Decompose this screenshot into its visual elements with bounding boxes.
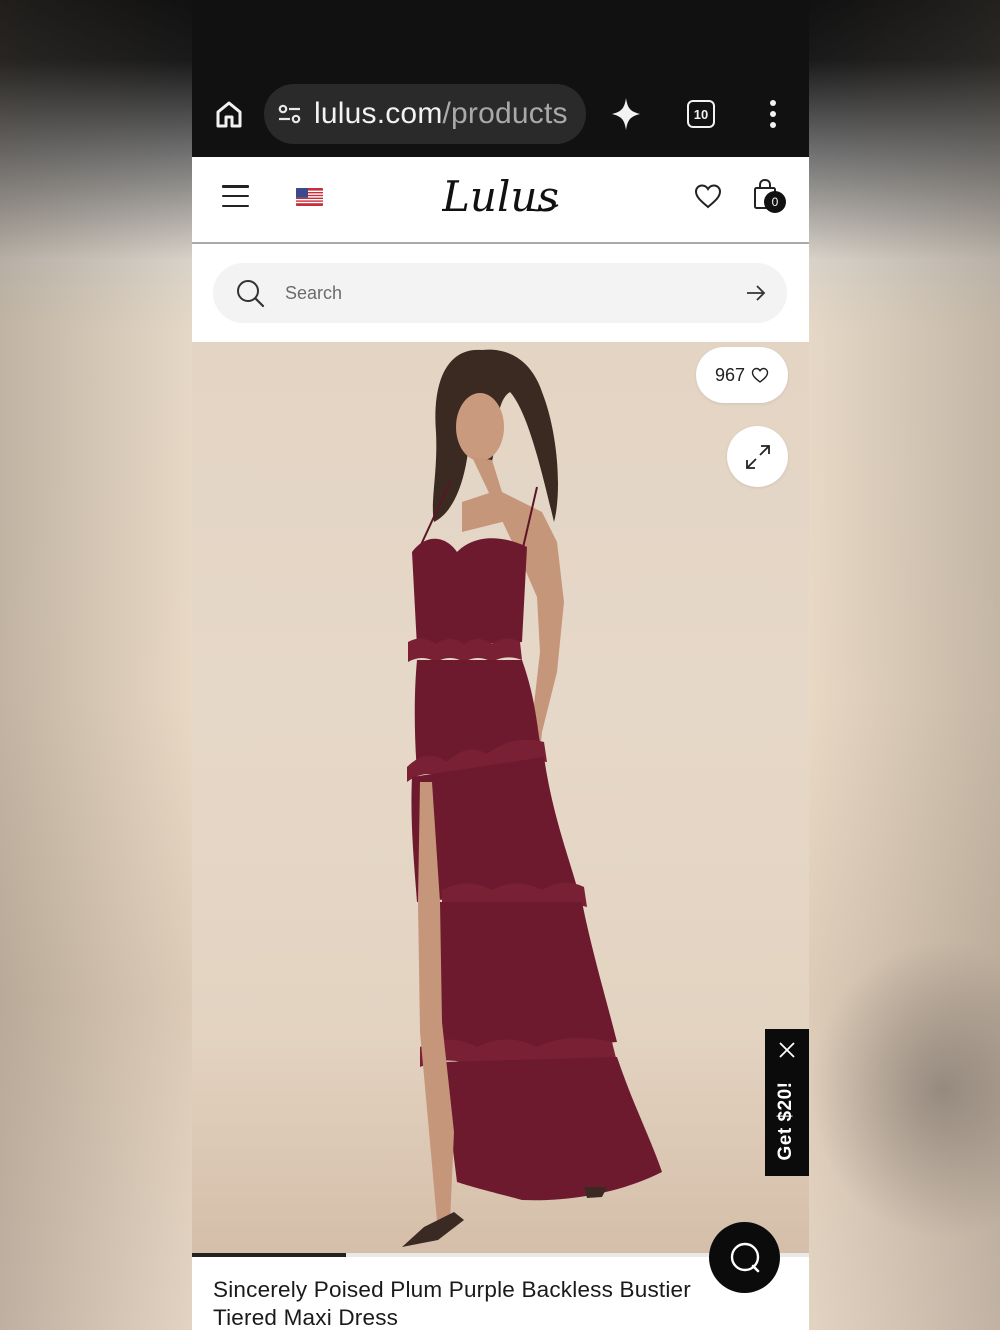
product-image[interactable] xyxy=(192,342,809,1255)
home-button[interactable] xyxy=(212,96,246,132)
sparkle-icon[interactable] xyxy=(609,95,643,133)
model-in-dress-illustration xyxy=(402,349,662,1247)
browser-toolbar: lulus.com/products 10 xyxy=(192,0,809,157)
search-section xyxy=(192,244,809,342)
site-settings-icon[interactable] xyxy=(276,100,304,128)
chat-icon xyxy=(730,1242,759,1272)
us-flag-icon[interactable] xyxy=(296,188,323,206)
url-path: /products xyxy=(442,97,568,130)
promo-tab[interactable]: Get $20! xyxy=(765,1029,809,1176)
image-carousel-progress-fill xyxy=(192,1253,347,1257)
hamburger-menu-icon[interactable] xyxy=(222,185,249,207)
tab-switcher-button[interactable]: 10 xyxy=(687,100,715,128)
like-count: 967 xyxy=(714,364,746,385)
site-header: Lulus 0 xyxy=(192,157,809,244)
heart-icon[interactable] xyxy=(693,181,723,211)
phone-screen: lulus.com/products 10 Lulus 0 Search 967… xyxy=(192,0,809,1330)
lulus-logo[interactable]: Lulus xyxy=(442,171,560,221)
heart-outline-icon xyxy=(751,367,769,383)
expand-icon xyxy=(745,444,770,469)
promo-label[interactable]: Get $20! xyxy=(775,1059,799,1183)
close-icon[interactable] xyxy=(778,1041,796,1059)
arrow-right-icon[interactable] xyxy=(745,283,767,303)
bag-count-badge: 0 xyxy=(764,191,786,213)
logo-text: Lulus xyxy=(442,172,559,221)
home-icon xyxy=(216,101,242,128)
search-input[interactable] xyxy=(285,263,725,323)
tab-count: 10 xyxy=(693,106,709,122)
expand-image-button[interactable] xyxy=(727,426,788,487)
url-host: lulus.com xyxy=(314,97,443,130)
search-bar[interactable] xyxy=(213,263,787,323)
product-title: Sincerely Poised Plum Purple Backless Bu… xyxy=(213,1277,691,1330)
url-text: lulus.com/products xyxy=(314,97,568,131)
likes-button[interactable]: 967 xyxy=(696,347,788,403)
more-vert-icon[interactable] xyxy=(764,98,782,130)
search-icon xyxy=(237,280,265,308)
address-bar[interactable]: lulus.com/products xyxy=(264,84,586,144)
